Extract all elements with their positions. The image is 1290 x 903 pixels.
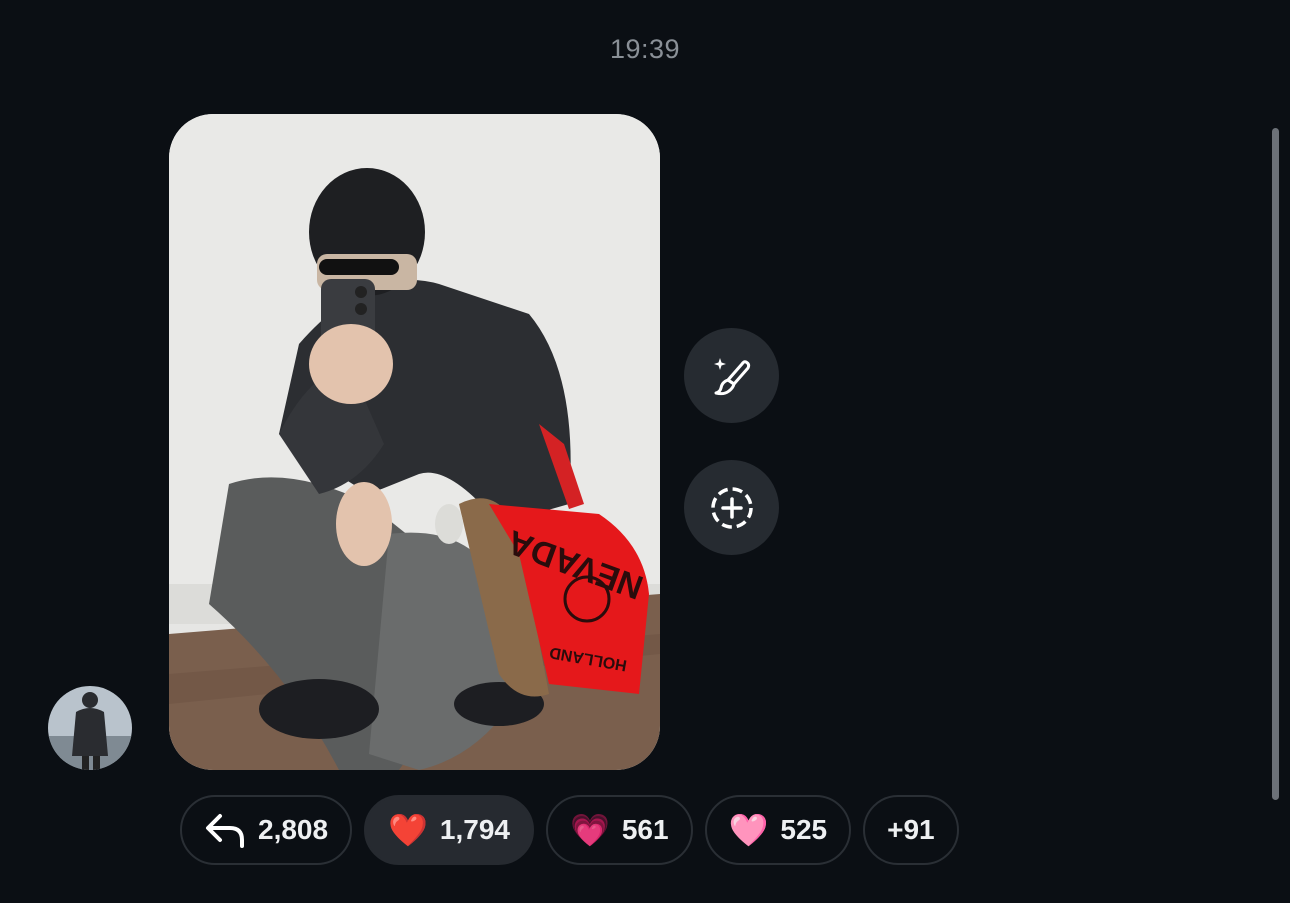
pink-heart-icon: 🩷: [728, 812, 769, 848]
red-heart-count: 1,794: [439, 814, 510, 845]
avatar-image: [48, 686, 132, 770]
reaction-red-heart-pill[interactable]: ❤️ 1,794: [364, 795, 534, 865]
photo-image: NEVADA HOLLAND: [169, 114, 660, 770]
edit-photo-button[interactable]: [684, 328, 779, 423]
add-to-story-button[interactable]: [684, 460, 779, 555]
scrollbar[interactable]: [1272, 128, 1279, 800]
message-timestamp: 19:39: [609, 34, 681, 64]
reactions-bar: 2,808 ❤️ 1,794 💗 561 🩷 525 +91: [180, 795, 959, 865]
photo-message[interactable]: NEVADA HOLLAND: [169, 114, 660, 770]
more-reactions-pill[interactable]: +91: [863, 795, 959, 865]
reaction-sparkling-heart-pill[interactable]: 💗 561: [546, 795, 693, 865]
sparkling-heart-icon: 💗: [570, 812, 610, 848]
chat-view: 19:39 NEVADA HOLLAND 2,808 ❤️ 1,794 💗 56…: [0, 0, 1290, 903]
add-story-icon: [710, 486, 753, 529]
sender-avatar[interactable]: [48, 686, 132, 770]
more-reactions-count: +91: [887, 814, 935, 845]
pink-heart-count: 525: [780, 814, 828, 845]
sparkling-heart-count: 561: [621, 814, 669, 845]
red-heart-icon: ❤️: [388, 812, 428, 848]
magic-brush-icon: [713, 357, 750, 395]
reply-count-pill[interactable]: 2,808: [180, 795, 353, 865]
reply-count: 2,808: [258, 814, 329, 845]
reply-icon: [206, 814, 244, 848]
reaction-pink-heart-pill[interactable]: 🩷 525: [704, 795, 852, 865]
